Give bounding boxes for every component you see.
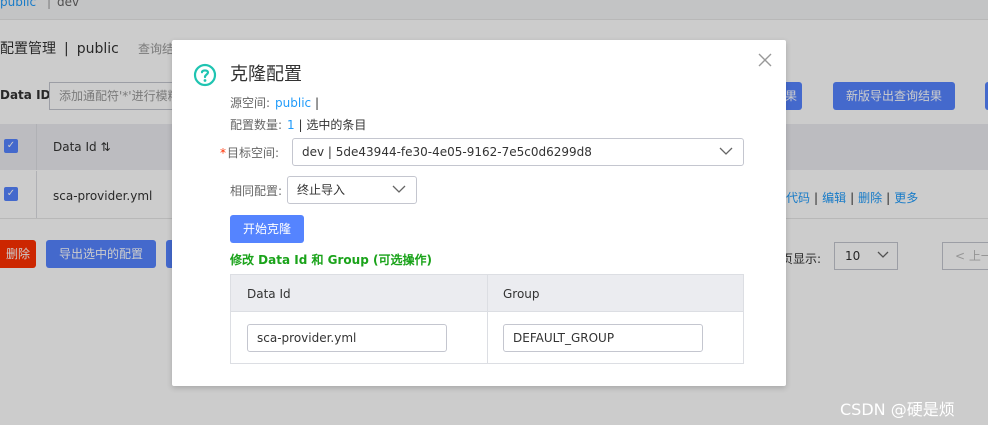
close-icon[interactable] [757, 52, 773, 68]
config-count-value: 1 [287, 118, 295, 132]
clone-mapping-table: Data Id Group sca-provider.yml DEFAULT_G… [230, 274, 744, 364]
same-config-label: 相同配置: [230, 184, 283, 198]
target-namespace-value: dev | 5de43944-fe30-4e05-9162-7e5c0d6299… [302, 145, 592, 159]
source-namespace-suffix: | [314, 96, 320, 110]
source-namespace-label: 源空间: [230, 96, 271, 110]
same-config-policy-select[interactable]: 终止导入 [287, 176, 417, 204]
header-group: Group [503, 287, 540, 301]
same-config-value: 终止导入 [297, 183, 346, 197]
watermark: CSDN @硬是烦 [840, 400, 955, 419]
chevron-down-icon [719, 147, 733, 155]
column-divider [487, 275, 488, 363]
chevron-down-icon [392, 185, 406, 193]
target-namespace-label-text: 目标空间: [227, 146, 280, 160]
header-dataid: Data Id [247, 287, 291, 301]
start-clone-button[interactable]: 开始克隆 [230, 215, 304, 243]
help-icon [193, 63, 217, 87]
clone-config-dialog: 克隆配置 源空间: public | 配置数量: 1 | 选中的条目 *目标空间: … [172, 40, 786, 386]
target-namespace-select[interactable]: dev | 5de43944-fe30-4e05-9162-7e5c0d6299… [292, 138, 744, 166]
config-count-suffix: | 选中的条目 [298, 118, 367, 132]
source-namespace-info: 源空间: public | [230, 94, 319, 111]
target-namespace-label: *目标空间: [220, 144, 279, 161]
modify-dataid-group-title: 修改 Data Id 和 Group (可选操作) [230, 253, 432, 267]
dialog-title: 克隆配置 [230, 64, 302, 85]
dataid-input[interactable]: sca-provider.yml [247, 324, 447, 352]
group-input[interactable]: DEFAULT_GROUP [503, 324, 703, 352]
config-count-info: 配置数量: 1 | 选中的条目 [230, 116, 366, 133]
source-namespace-value: public [275, 96, 312, 110]
config-count-label: 配置数量: [230, 118, 283, 132]
required-mark: * [220, 146, 226, 160]
